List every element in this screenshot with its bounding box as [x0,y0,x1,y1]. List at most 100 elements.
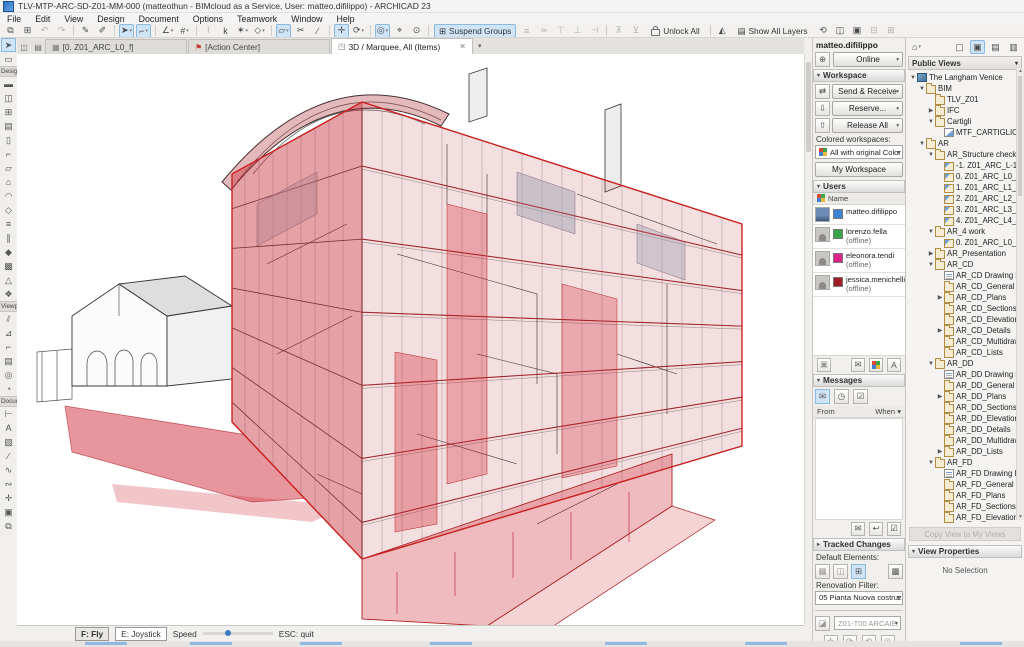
skylight-tool[interactable]: ◇ [1,203,16,217]
beam-tool[interactable]: ⌐ [1,147,16,161]
layout-book-icon[interactable]: ▤ [988,40,1003,54]
layer-combination-icon[interactable]: ◫ [833,24,848,38]
align-bottom-icon[interactable]: ⊥ [570,24,585,38]
tree-item[interactable]: ▶AR_Presentation [909,248,1016,259]
menu-teamwork[interactable]: Teamwork [230,14,284,24]
public-views-header[interactable]: Public Views▾ [908,56,1022,70]
copy-view-button[interactable]: Copy View to My Views [909,527,1021,541]
arrow-tool[interactable]: ➤ [1,38,16,52]
offset-icon[interactable]: ◇▾ [252,24,267,38]
section-tool[interactable]: ⫽ [1,312,16,326]
tree-item[interactable]: AR_CD_Lists [909,347,1016,358]
polyline-tool[interactable]: ∿ [1,463,16,477]
default-door-icon[interactable]: ◫ [833,564,848,579]
spline-tool[interactable]: ∾ [1,477,16,491]
split-icon[interactable]: ∕ [310,24,325,38]
tree-item[interactable]: AR_DD_Sections [909,402,1016,413]
online-status-dropdown[interactable]: Online▾ [833,52,903,67]
tree-item[interactable]: AR_CD_Sections [909,303,1016,314]
default-favorites-icon[interactable]: ▩ [888,564,903,579]
tracked-changes-section-header[interactable]: ▸Tracked Changes [813,538,905,551]
fly-mode-button[interactable]: F: Fly [75,627,109,641]
tree-item[interactable]: AR_FD Drawing list [909,468,1016,479]
worksheet-tool[interactable]: ▤ [1,354,16,368]
tree-item[interactable]: AR_CD_General Overview [909,281,1016,292]
scroll-up-icon[interactable]: ▲ [1017,68,1024,74]
tab--action-center-[interactable]: ⚑[Action Center] [188,39,330,54]
project-chooser-icon[interactable]: ⌂▾ [909,40,924,54]
zoom-icon[interactable]: ⊙ [409,24,424,38]
magic-wand-icon[interactable]: ✶▾ [235,24,250,38]
tree-item[interactable]: ▶AR_CD_Details [909,325,1016,336]
unlock-all-button[interactable]: Unlock All [646,24,704,38]
users-section-header[interactable]: ▾Users [813,180,905,193]
tree-item[interactable]: TLV_Z01 [909,94,1016,105]
menu-help[interactable]: Help [329,14,361,24]
pickup-parameters-icon[interactable]: ✎ [78,24,93,38]
expander-icon[interactable]: ▶ [936,327,944,334]
renovation-filter-select[interactable]: 05 Pianta Nuova costruzione▾ [815,591,903,605]
text-tool[interactable]: A [1,421,16,435]
send-receive-button[interactable]: Send & Receive▾ [832,84,903,99]
tree-item[interactable]: ▶IFC [909,105,1016,116]
inject-parameters-icon[interactable]: ✐ [95,24,110,38]
tree-item[interactable]: AR_FD_General Overview [909,479,1016,490]
quick-layers-icon[interactable]: ▣ [850,24,865,38]
close-tab-icon[interactable]: ✕ [459,42,466,51]
expander-icon[interactable]: ▼ [927,119,935,125]
expander-icon[interactable]: ▶ [936,294,944,301]
snap-grid-icon[interactable]: #▾ [177,24,192,38]
mesh-tool[interactable]: △ [1,273,16,287]
zone-tool[interactable]: ▩ [1,259,16,273]
explore-model-icon[interactable]: ⌖ [392,24,407,38]
door-tool[interactable]: ◫ [1,91,16,105]
editing-plane-icon[interactable]: ▱▾ [276,24,291,38]
project-map-icon[interactable]: ▢ [952,40,967,54]
interior-elevation-tool[interactable]: ⌐ [1,340,16,354]
tree-item[interactable]: AR_DD_Elevations [909,413,1016,424]
tree-item[interactable]: ▼AR_4 work [909,226,1016,237]
pop-up-navigator-icon[interactable]: ▤ [31,41,45,54]
menu-options[interactable]: Options [186,14,230,24]
view-map-icon[interactable]: ▣ [970,40,985,54]
messages-from-column[interactable]: From [817,407,835,416]
orbit-icon[interactable]: ◎▾ [375,24,390,38]
tree-item[interactable]: ▼Cartigli [909,116,1016,127]
user-row[interactable]: eleonora.tendi(offline) [813,249,905,273]
menu-document[interactable]: Document [132,14,186,24]
guide-lines-icon[interactable]: ∠▾ [160,24,175,38]
tree-item[interactable]: ▶AR_DD_Lists [909,446,1016,457]
detail-tool[interactable]: ◎ [1,368,16,382]
publisher-icon[interactable]: ▥ [1006,40,1021,54]
speed-slider-knob[interactable] [225,630,231,636]
viewport-3d[interactable] [17,54,804,625]
expander-icon[interactable]: ▶ [936,393,944,400]
rotate-icon[interactable]: ⟳▾ [351,24,366,38]
tree-item[interactable]: ▼AR_DD [909,358,1016,369]
dimension-tool[interactable]: ⊢ [1,407,16,421]
user-filter-icon[interactable]: A [887,358,901,372]
expander-icon[interactable]: ▼ [927,262,935,268]
suspend-groups-button[interactable]: ⊞Suspend Groups [434,24,516,38]
figure-tool[interactable]: ▣ [1,505,16,519]
tree-scrollbar-thumb[interactable] [1018,76,1022,196]
release-all-button[interactable]: Release All▾ [832,118,903,133]
rebuild-icon[interactable]: ⟲ [816,24,831,38]
group-icon[interactable]: ⊼ [611,24,626,38]
send-message-icon[interactable]: ✉ [851,358,865,372]
default-wall-icon[interactable]: ▦ [815,564,830,579]
slab-tool[interactable]: ▱ [1,161,16,175]
expander-icon[interactable]: ▼ [927,361,935,367]
tree-item[interactable]: AR_CD_Multidrawings [909,336,1016,347]
distribute-icon[interactable]: ⊣ [587,24,602,38]
tree-item[interactable]: ▼AR_CD [909,259,1016,270]
align-left-icon[interactable]: ≡ [519,24,534,38]
cursor-snap-icon[interactable]: k [218,24,233,38]
tree-item[interactable]: ▼The Langham Venice [909,72,1016,83]
trace-reference-chooser[interactable]: Z01-T00 ARCAIE, Confro...▾ [834,616,901,630]
curtain-wall-tool[interactable]: ▤ [1,119,16,133]
messages-section-header[interactable]: ▾Messages [813,374,905,387]
message-task-icon[interactable]: ☑ [887,522,901,536]
tree-item[interactable]: AR_DD_Details [909,424,1016,435]
new-message-icon[interactable]: ✉ [851,522,865,536]
